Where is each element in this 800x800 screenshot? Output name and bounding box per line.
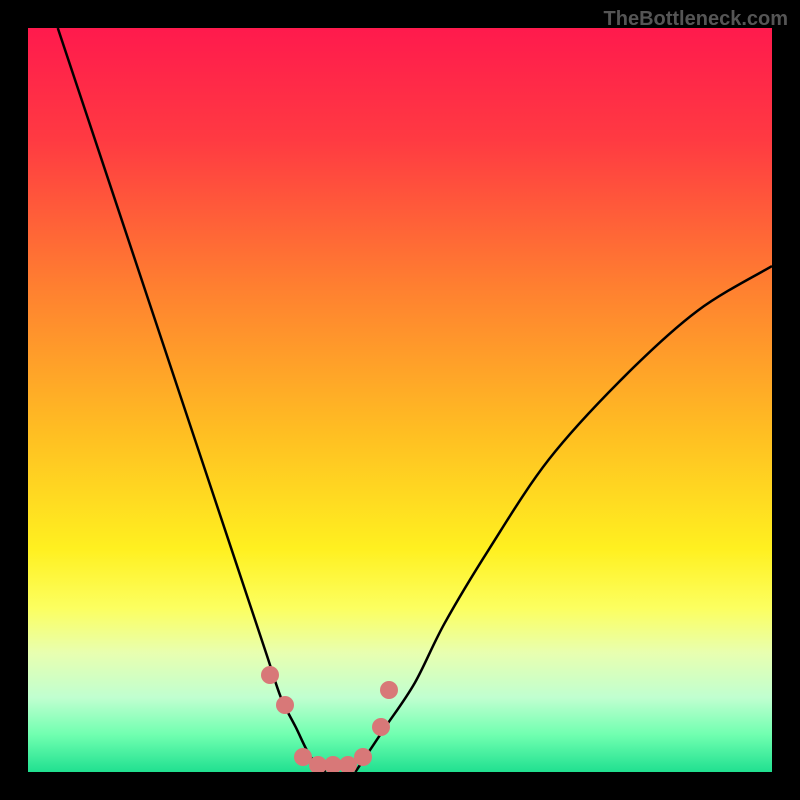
- data-marker: [380, 681, 398, 699]
- chart-container: [28, 28, 772, 772]
- watermark-text: TheBottleneck.com: [604, 8, 788, 31]
- data-marker: [276, 696, 294, 714]
- data-marker: [354, 748, 372, 766]
- data-marker: [261, 666, 279, 684]
- marker-layer: [28, 28, 772, 772]
- data-marker: [372, 718, 390, 736]
